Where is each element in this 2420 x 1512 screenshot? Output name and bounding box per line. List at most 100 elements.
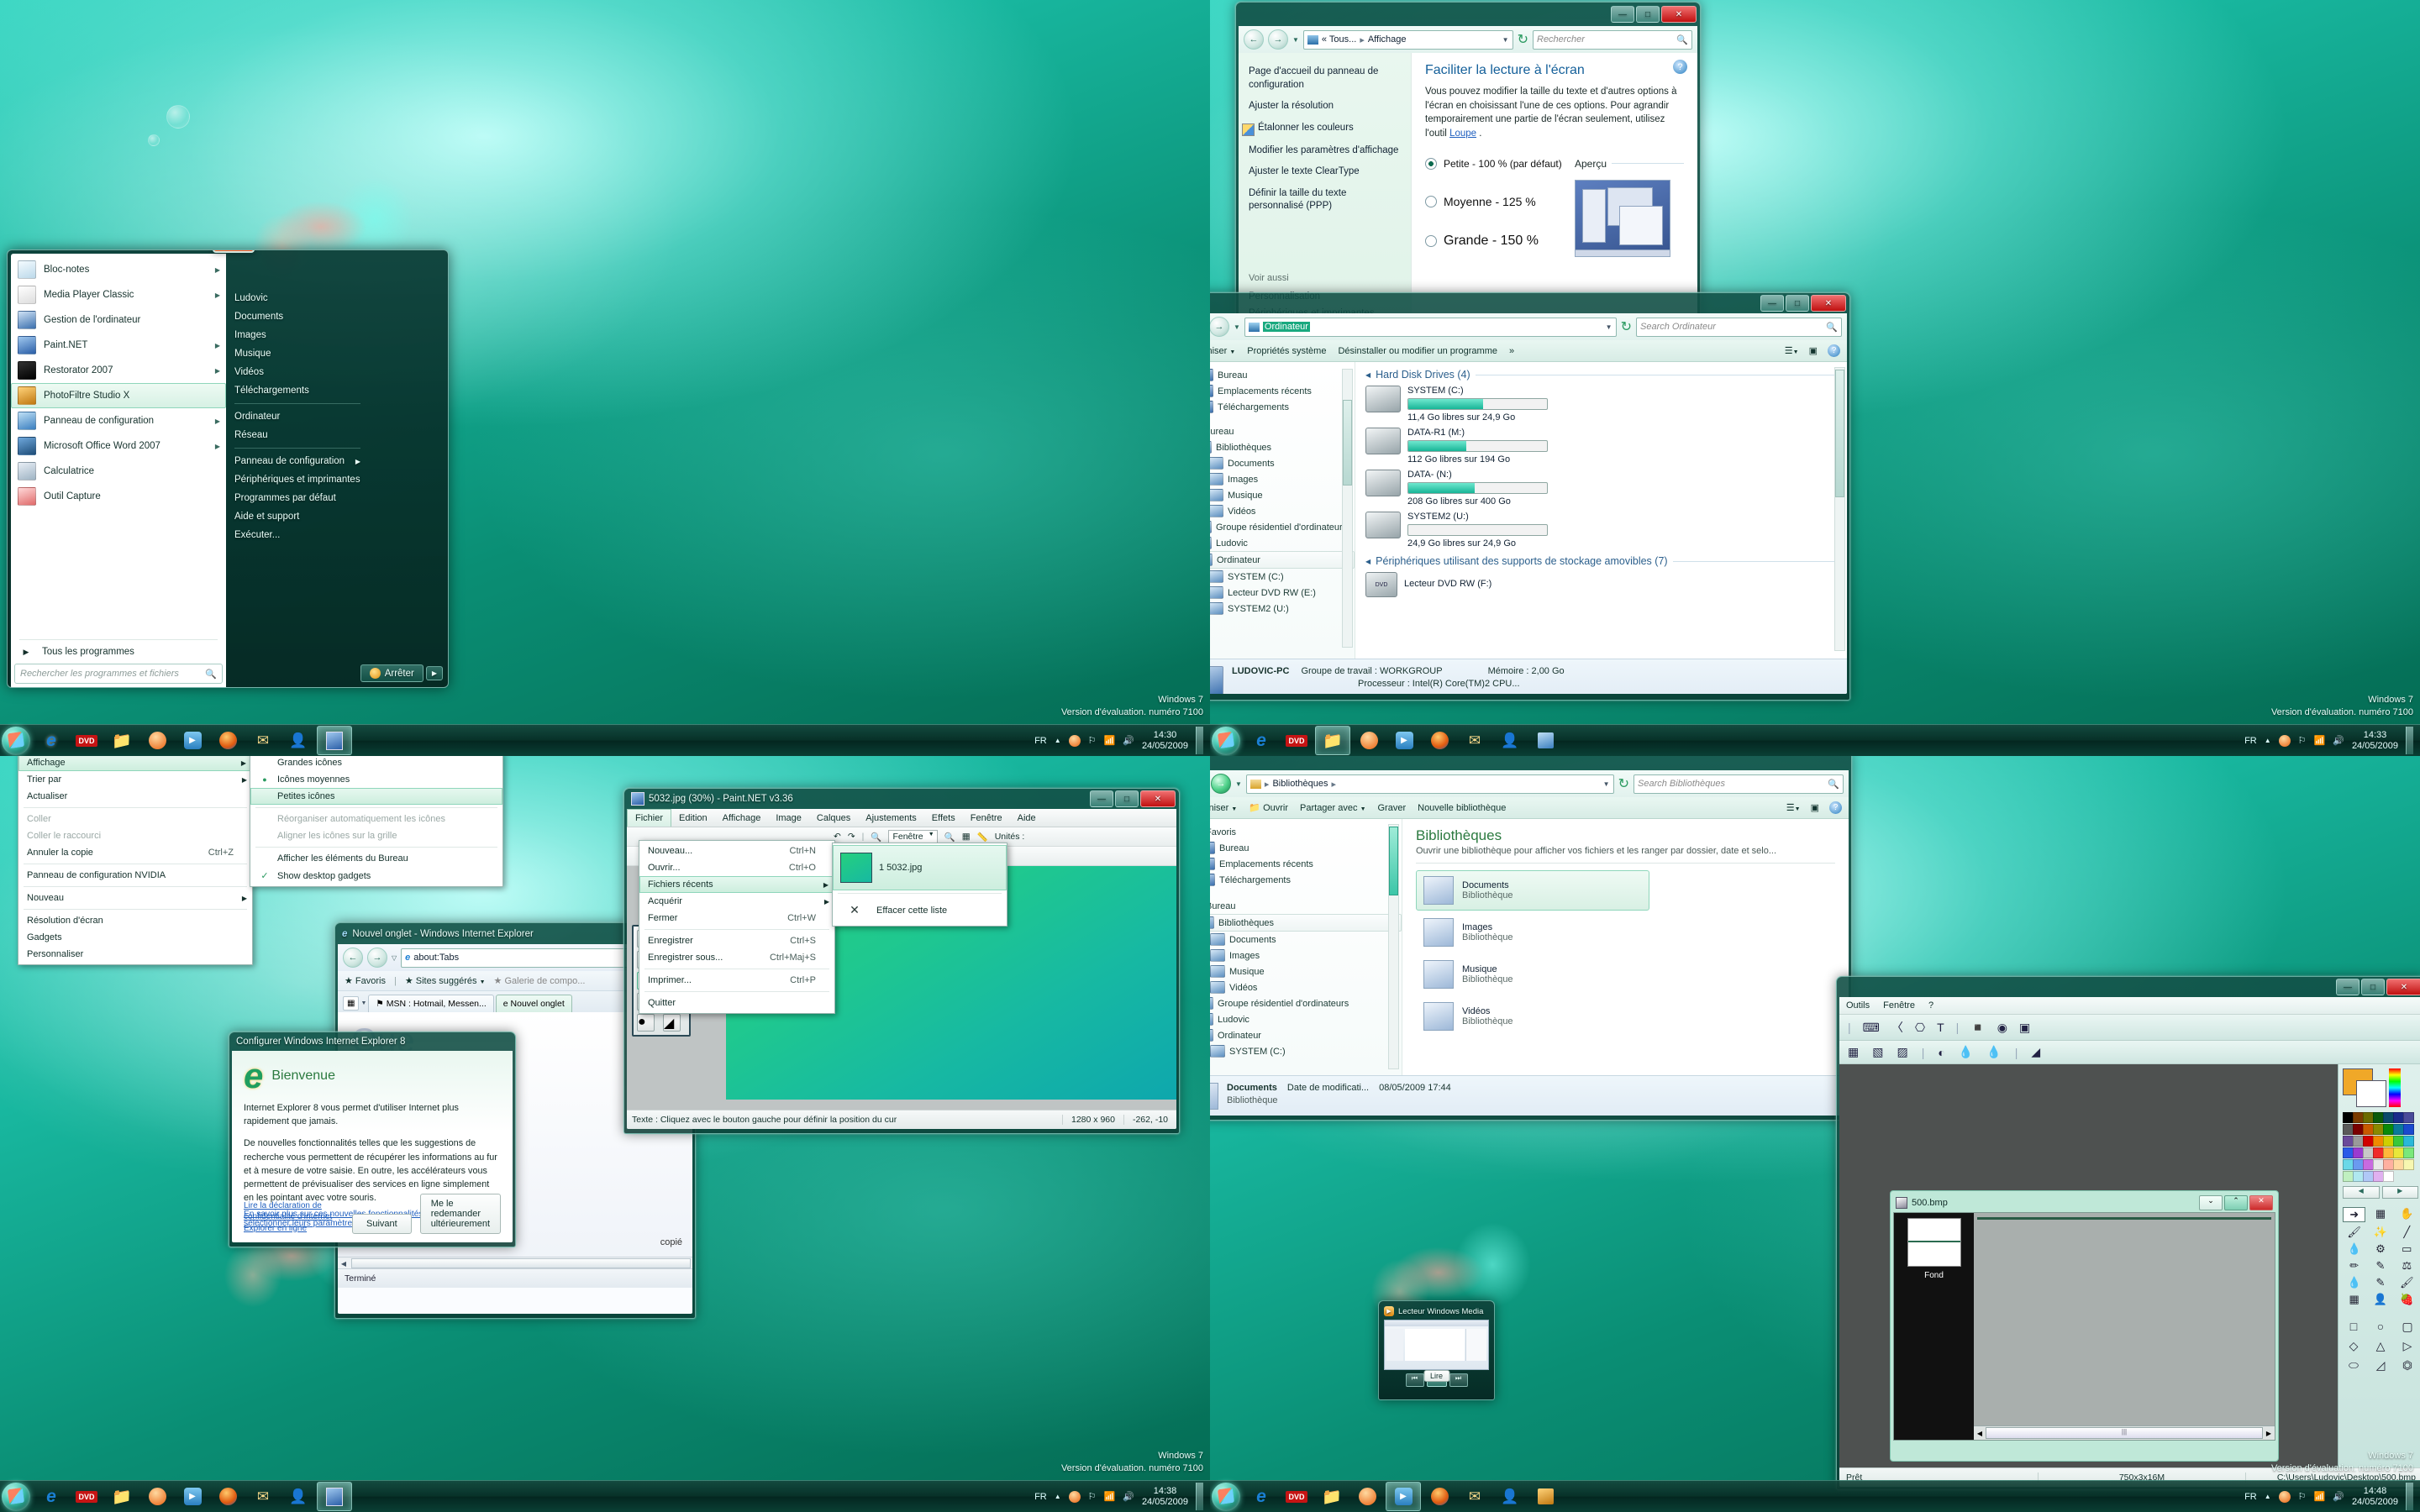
view-menu-item-4[interactable]: Réorganiser automatiquement les icônes <box>250 811 502 827</box>
grid-icon[interactable]: ▦ <box>962 832 971 842</box>
drive-item[interactable]: DVD Lecteur DVD RW (F:) <box>1365 572 1837 597</box>
close-button[interactable]: ✕ <box>1811 295 1846 312</box>
palette-next-button[interactable]: ▶ <box>2381 1186 2418 1199</box>
taskbar-item-windows-live-messenger[interactable]: 👤 <box>1493 1483 1527 1510</box>
window-titlebar[interactable]: — □ ✕ <box>1210 293 1849 313</box>
start-menu-item-0[interactable]: Bloc-notes ▶ <box>11 257 226 282</box>
taskbar-item-windows-explorer[interactable]: 📁 <box>105 1483 139 1510</box>
maximize-button[interactable]: ⌃ <box>2224 1195 2248 1210</box>
volume-icon[interactable]: 🔊 <box>2333 735 2344 746</box>
strawberry-tool-icon[interactable]: 🍓 <box>2396 1293 2418 1306</box>
context-menu-item-13[interactable]: Gadgets <box>18 929 252 946</box>
zoom-out-icon[interactable]: 🔍 <box>871 832 881 843</box>
flip-horizontal-icon[interactable]: ⌨ <box>1863 1021 1880 1035</box>
magic-wand-tool-icon[interactable]: ✨ <box>2369 1226 2391 1239</box>
photofiltre-window[interactable]: — □ ✕ Outils Fenêtre? | ⌨ 〈 ⎔ T | ◾ ◉ ▣ ▦… <box>1836 976 2420 1490</box>
context-menu-item-6[interactable]: Annuler la copie Ctrl+Z <box>18 844 252 861</box>
forward-button[interactable]: → <box>1211 774 1231 794</box>
taskbar-item-firefox[interactable] <box>211 727 245 754</box>
magnifier-link[interactable]: Loupe <box>1449 129 1476 139</box>
close-button[interactable]: ✕ <box>1661 6 1697 23</box>
context-menu-item-1[interactable]: Trier par ▶ <box>18 771 252 788</box>
action-center-flag-icon[interactable]: ⚐ <box>1088 1491 1097 1502</box>
hand-tool-icon[interactable]: ✋ <box>2396 1207 2418 1222</box>
menu-calques[interactable]: Calques <box>809 810 858 827</box>
color-swatch-6[interactable] <box>2403 1112 2414 1123</box>
photofiltre-workspace[interactable]: 500.bmp ⌄ ⌃ ✕ Fond ◀ ||| ▶ ◀ ▶ ➜ ▦ ✋ 🖌 ✨… <box>1839 1064 2420 1473</box>
back-button[interactable]: ← <box>343 948 363 968</box>
all-programs-item[interactable]: ▶ Tous les programmes <box>11 643 226 660</box>
address-bar[interactable]: ← → ▼ « Tous... ▸ Affichage ▼ ↻ Recherch… <box>1239 26 1697 53</box>
nav-tree-item-3[interactable]: Images <box>1210 471 1355 487</box>
organize-button[interactable]: Organiser ▼ <box>1210 346 1235 356</box>
refresh-icon[interactable]: ↻ <box>1618 775 1629 792</box>
paintnet-recent-files-submenu[interactable]: 1 5032.jpg ✕ Effacer cette liste <box>832 843 1007 927</box>
nav-tree-item-10[interactable]: Lecteur DVD RW (E:) <box>1210 585 1355 601</box>
library-item-1[interactable]: Images Bibliothèque <box>1416 912 1649 953</box>
taskbar-item-windows-media-player[interactable]: ▶ <box>1386 1482 1421 1511</box>
taskbar-item-opera[interactable] <box>1350 1483 1384 1510</box>
nav-tree-item-8[interactable]: Ordinateur <box>1210 1027 1402 1043</box>
nav-tree-item-9[interactable]: SYSTEM (C:) <box>1210 1043 1402 1059</box>
view-menu-item-8[interactable]: ✓ Show desktop gadgets <box>250 867 502 885</box>
window-titlebar[interactable]: — □ ✕ <box>1837 977 2420 997</box>
drive-item-2[interactable]: DATA- (N:) 208 Go libres sur 400 Go <box>1365 470 1837 507</box>
select-tool-icon[interactable]: ➜ <box>2343 1207 2366 1222</box>
preview-pane-button[interactable]: ▣ <box>1809 345 1818 356</box>
cp-link-4[interactable]: Ajuster le texte ClearType <box>1239 161 1411 183</box>
show-desktop-button[interactable] <box>1196 727 1203 754</box>
nav-tree-item-1[interactable]: Bibliothèques <box>1210 439 1355 455</box>
nav-tree-item-11[interactable]: SYSTEM2 (U:) <box>1210 601 1355 617</box>
opera-tray-icon[interactable] <box>1068 734 1081 747</box>
user-avatar[interactable] <box>213 250 255 253</box>
close-button[interactable]: ✕ <box>1140 790 1176 807</box>
taskbar-item-convertxtodvd[interactable]: DVD <box>70 727 103 754</box>
nav-tree-item-5[interactable]: Vidéos <box>1210 979 1402 995</box>
start-orb-button[interactable] <box>2 726 30 755</box>
taskbar-item-convertxtodvd[interactable]: DVD <box>1280 727 1313 754</box>
search-input[interactable]: Search Ordinateur 🔍 <box>1636 317 1842 337</box>
color-adjust-icon[interactable]: ◉ <box>1997 1021 2007 1035</box>
taskbar-item-windows-media-player[interactable]: ▶ <box>1387 727 1421 754</box>
start-menu-place-1[interactable]: Documents <box>226 307 369 326</box>
action-center-flag-icon[interactable]: ⚐ <box>2298 735 2307 746</box>
context-menu-item-0[interactable]: Affichage ▶ <box>18 756 252 771</box>
history-dropdown-icon[interactable]: ▼ <box>1235 780 1242 788</box>
show-desktop-button[interactable] <box>1196 1483 1203 1510</box>
menu-affichage[interactable]: Affichage <box>715 810 769 827</box>
shutdown-options-button[interactable]: ▶ <box>425 666 443 680</box>
circle-shape-icon[interactable]: ○ <box>2370 1320 2391 1334</box>
taskbar-item-photofiltre[interactable] <box>1528 1483 1562 1510</box>
breadcrumb-leaf[interactable]: Bibliothèques <box>1272 779 1328 789</box>
start-menu-place-11[interactable]: Périphériques et imprimantes <box>226 470 369 489</box>
taskbar[interactable]: e DVD 📁 ▶ ✉ 👤 FR ▲ ⚐ 📶 🔊 14:33 24/05/200… <box>1210 724 2420 756</box>
brush-plus-tool-icon[interactable]: ✎ <box>2369 1259 2391 1273</box>
stamp-tool-icon[interactable]: ⚖ <box>2396 1259 2418 1273</box>
window-titlebar[interactable]: — □ ✕ <box>1236 3 1700 26</box>
nav-tree-item-4[interactable]: Musique <box>1210 487 1355 503</box>
maximize-button[interactable]: □ <box>1786 295 1809 312</box>
taskbar-item-opera[interactable] <box>1352 727 1386 754</box>
open-button[interactable]: 📁 Ouvrir <box>1249 802 1288 813</box>
view-menu-item-2[interactable]: Petites icônes <box>250 788 502 805</box>
nav-tree-item-7[interactable]: Ludovic <box>1210 1011 1402 1027</box>
menu-effets[interactable]: Effets <box>924 810 963 827</box>
menu-edition[interactable]: Edition <box>671 810 715 827</box>
view-menu-item-7[interactable]: Afficher les éléments du Bureau <box>250 850 502 867</box>
nav-tree-item-5[interactable]: Vidéos <box>1210 503 1355 519</box>
library-item-3[interactable]: Vidéos Bibliothèque <box>1416 996 1649 1037</box>
start-menu-place-4[interactable]: Vidéos <box>226 363 369 381</box>
system-tray[interactable]: FR ▲ ⚐ 📶 🔊 14:48 24/05/2009 <box>2244 1483 2420 1510</box>
context-menu-item-4[interactable]: Coller <box>18 811 252 827</box>
start-menu-item-4[interactable]: Restorator 2007 ▶ <box>11 358 226 383</box>
start-menu-place-0[interactable]: Ludovic <box>226 289 369 307</box>
search-input[interactable]: Rechercher 🔍 <box>1533 29 1692 50</box>
rounded-rect-shape-icon[interactable]: ▢ <box>2396 1320 2418 1334</box>
taskbar-item-firefox[interactable] <box>1423 727 1456 754</box>
color-swatch-20[interactable] <box>2403 1136 2414 1147</box>
show-desktop-button[interactable] <box>2406 727 2413 754</box>
nav-tree-item-7[interactable]: Ludovic <box>1210 535 1355 551</box>
minimize-button[interactable]: — <box>1760 295 1784 312</box>
triangle-shape-icon[interactable]: △ <box>2370 1339 2391 1353</box>
view-menu-item-0[interactable]: Grandes icônes <box>250 756 502 771</box>
